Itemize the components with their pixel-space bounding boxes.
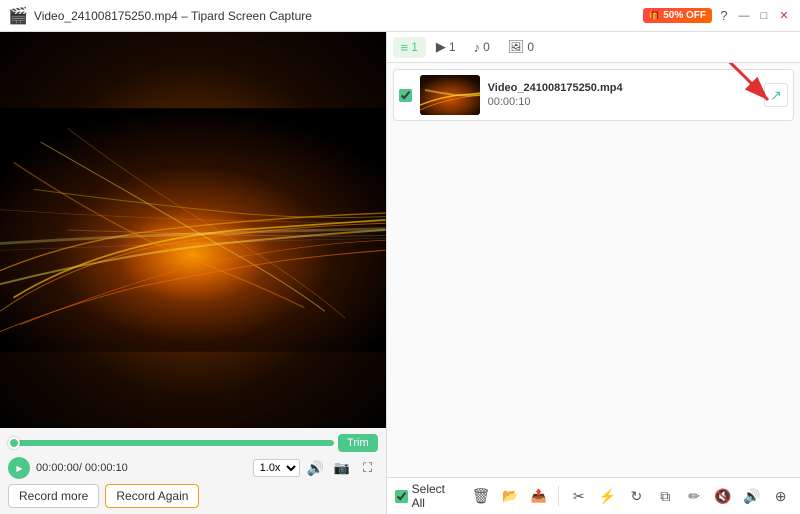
time-display: 00:00:00/ 00:00:10 [36, 462, 128, 474]
gift-icon: 🎁 [649, 10, 661, 21]
audio-mute-icon[interactable]: 🔇 [712, 484, 735, 508]
close-button[interactable]: ✕ [776, 8, 792, 24]
trim-button[interactable]: Trim [338, 434, 378, 452]
media-duration: 00:00:10 [488, 96, 756, 108]
tab-video[interactable]: ≡ 1 [393, 37, 426, 58]
scissors-icon[interactable]: ✂ [567, 484, 590, 508]
tab-image[interactable]: 🖼 0 [500, 36, 542, 58]
bottom-toolbar: Select All 🗑 📂 📤 ✂ ⚡ ↻ ⧉ ✏ 🔇 🔊 ⊕ [387, 477, 800, 514]
app-icon: 🎬 [8, 6, 28, 26]
divider [558, 486, 559, 506]
edit-icon[interactable]: ✏ [683, 484, 706, 508]
play-icon: ▶ [436, 39, 446, 55]
title-bar: 🎬 Video_241008175250.mp4 – Tipard Screen… [0, 0, 800, 32]
progress-row: Trim [8, 434, 378, 452]
record-again-button[interactable]: Record Again [105, 484, 199, 508]
tab-audio[interactable]: ♪ 0 [466, 37, 498, 58]
equalizer-icon[interactable]: ⚡ [596, 484, 619, 508]
playback-row: 00:00:00/ 00:00:10 1.0x 0.5x 1.5x 2.0x 🔊… [8, 457, 378, 479]
audio-icon: ♪ [474, 40, 481, 55]
tab-play[interactable]: ▶ 1 [428, 36, 464, 58]
more-icon[interactable]: ⊕ [769, 484, 792, 508]
record-more-button[interactable]: Record more [8, 484, 99, 508]
play-button[interactable] [8, 457, 30, 479]
media-thumbnail [420, 75, 480, 115]
media-name: Video_241008175250.mp4 [488, 82, 756, 94]
camera-icon[interactable]: 📷 [332, 458, 352, 478]
left-panel: Trim 00:00:00/ 00:00:10 1.0x 0.5x 1.5x 2… [0, 32, 386, 514]
folder-open-icon[interactable]: 📂 [499, 484, 522, 508]
action-row: Record more Record Again [8, 484, 378, 508]
window-title: Video_241008175250.mp4 – Tipard Screen C… [34, 9, 312, 23]
image-icon: 🖼 [508, 39, 525, 55]
media-info: Video_241008175250.mp4 00:00:10 [488, 82, 756, 108]
video-player[interactable] [0, 32, 386, 428]
tab-audio-count: 0 [483, 40, 490, 54]
controls-area: Trim 00:00:00/ 00:00:10 1.0x 0.5x 1.5x 2… [0, 428, 386, 514]
media-item: Video_241008175250.mp4 00:00:10 ↗ [393, 69, 794, 121]
select-all-checkbox[interactable] [395, 490, 408, 503]
titlebar-left: 🎬 Video_241008175250.mp4 – Tipard Screen… [8, 6, 312, 26]
promo-badge[interactable]: 🎁 50% OFF [643, 8, 712, 23]
help-button[interactable]: ? [716, 8, 732, 24]
refresh-icon[interactable]: ↻ [625, 484, 648, 508]
copy-icon[interactable]: ⧉ [654, 484, 677, 508]
list-icon: ≡ [401, 40, 409, 55]
delete-icon[interactable]: 🗑 [470, 484, 493, 508]
export-all-icon[interactable]: 📤 [527, 484, 550, 508]
tab-play-count: 1 [449, 40, 456, 54]
volume-up-icon[interactable]: 🔊 [740, 484, 763, 508]
export-button[interactable]: ↗ [764, 83, 788, 107]
select-all-row: Select All [395, 482, 458, 510]
promo-text: 50% OFF [663, 10, 706, 21]
select-all-label: Select All [412, 482, 458, 510]
volume-icon[interactable]: 🔊 [306, 458, 326, 478]
maximize-button[interactable]: □ [756, 8, 772, 24]
media-list: Video_241008175250.mp4 00:00:10 ↗ [387, 63, 800, 477]
speed-select[interactable]: 1.0x 0.5x 1.5x 2.0x [253, 459, 300, 477]
titlebar-controls: 🎁 50% OFF ? — □ ✕ [643, 8, 792, 24]
main-layout: Trim 00:00:00/ 00:00:10 1.0x 0.5x 1.5x 2… [0, 32, 800, 514]
fullscreen-icon[interactable]: ⛶ [358, 458, 378, 478]
right-panel: ≡ 1 ▶ 1 ♪ 0 🖼 0 [386, 32, 800, 514]
tab-image-count: 0 [527, 40, 534, 54]
progress-track[interactable] [8, 440, 334, 446]
minimize-button[interactable]: — [736, 8, 752, 24]
progress-thumb[interactable] [8, 437, 20, 449]
tab-video-count: 1 [411, 40, 418, 54]
tab-bar: ≡ 1 ▶ 1 ♪ 0 🖼 0 [387, 32, 800, 63]
media-checkbox[interactable] [399, 89, 412, 102]
